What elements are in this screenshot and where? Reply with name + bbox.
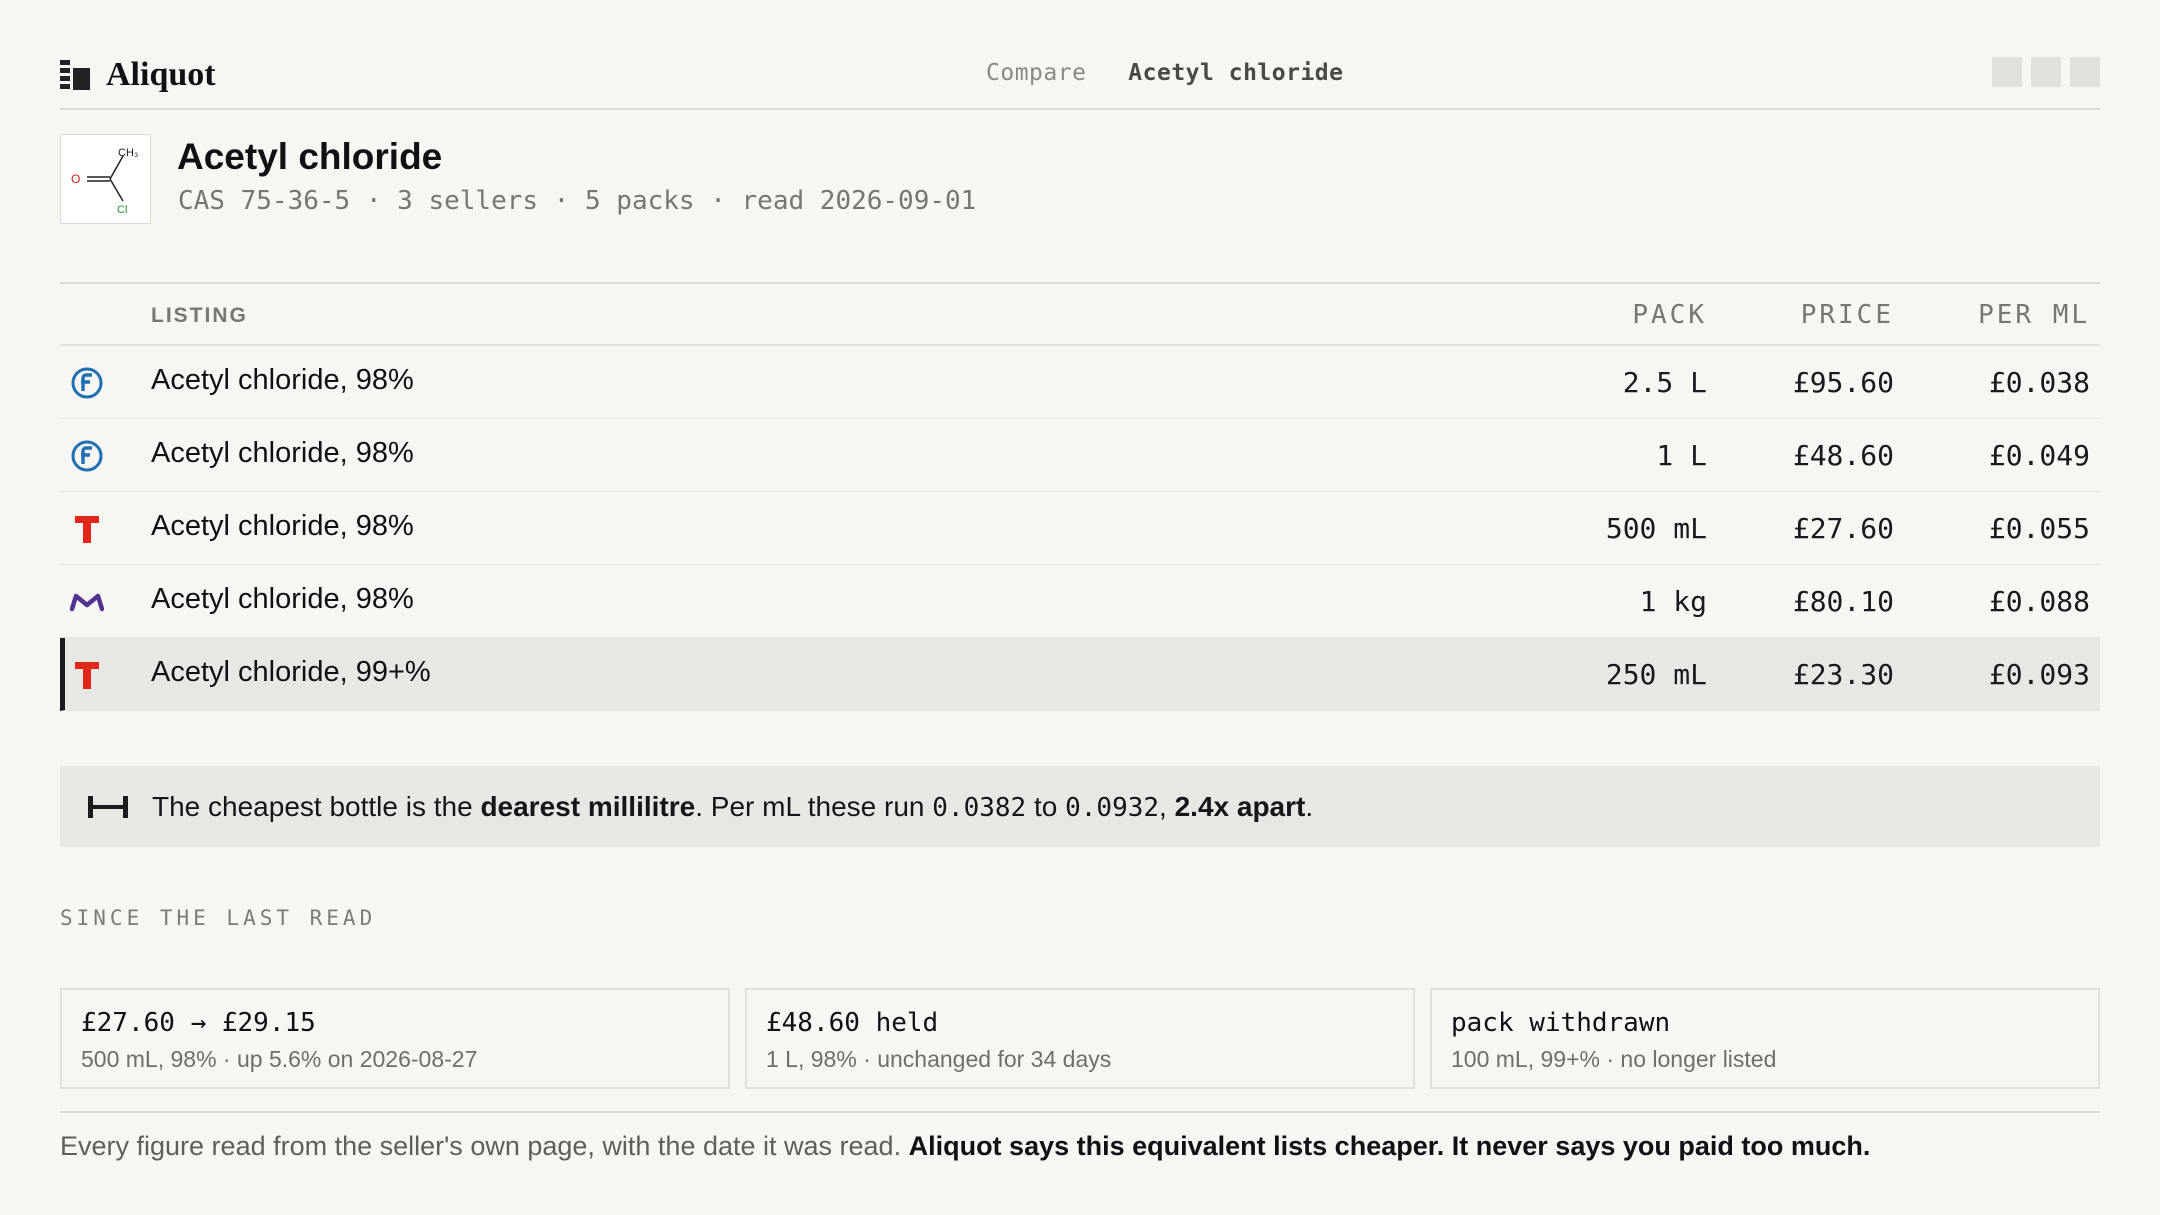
- chlorine-label: Cl: [117, 204, 127, 216]
- compound-header: CH₃ O Cl Acetyl chloride CAS 75-36-5 · 3…: [60, 134, 2100, 224]
- pack-size: 500 mL: [1605, 512, 1707, 545]
- pack-size: 1 kg: [1639, 585, 1707, 618]
- price: £95.60: [1792, 366, 1894, 399]
- listings-table: LISTING PACK PRICE PER ML Acetyl chlorid…: [60, 282, 2100, 711]
- pack-size: 250 mL: [1605, 658, 1707, 691]
- insight-text-part: to: [1026, 790, 1066, 822]
- price-per-ml: £0.088: [1988, 585, 2090, 618]
- price: £48.60: [1792, 439, 1894, 472]
- table-row[interactable]: Acetyl chloride, 98% 2.5 L £95.60 £0.038: [60, 346, 2100, 419]
- tci-logo-icon: [70, 512, 104, 546]
- insight-text-part: ,: [1159, 790, 1175, 822]
- footer-note: Every figure read from the seller's own …: [60, 1111, 2100, 1162]
- price-per-ml: £0.093: [1988, 658, 2090, 691]
- change-card[interactable]: pack withdrawn 100 mL, 99+% · no longer …: [1430, 988, 2100, 1089]
- app-name: Aliquot: [106, 56, 216, 93]
- insight-high-value: 0.0932: [1065, 792, 1160, 823]
- table-row[interactable]: Acetyl chloride, 98% 1 kg £80.10 £0.088: [60, 565, 2100, 638]
- insight-ratio: 2.4x apart: [1174, 790, 1306, 822]
- price-per-ml: £0.055: [1988, 512, 2090, 545]
- methyl-label: CH₃: [118, 147, 138, 159]
- change-cards: £27.60 → £29.15 500 mL, 98% · up 5.6% on…: [60, 988, 2100, 1089]
- insight-emphasis: dearest millilitre: [480, 790, 696, 822]
- price: £80.10: [1792, 585, 1894, 618]
- window-controls: [1992, 57, 2100, 87]
- listing-name: Acetyl chloride, 99+%: [151, 656, 431, 688]
- table-row-selected[interactable]: Acetyl chloride, 99+% 250 mL £23.30 £0.0…: [60, 638, 2100, 711]
- top-bar: Aliquot Compare Acetyl chloride: [60, 50, 2100, 110]
- change-detail: 100 mL, 99+% · no longer listed: [1451, 1046, 1777, 1072]
- column-header-price[interactable]: PRICE: [1801, 300, 1894, 330]
- aliquot-logo-icon: [60, 60, 90, 90]
- insight-text: The cheapest bottle is the dearest milli…: [152, 791, 1313, 823]
- insight-callout: The cheapest bottle is the dearest milli…: [60, 766, 2100, 847]
- page-title: Acetyl chloride: [177, 136, 443, 177]
- insight-text-part: . Per mL these run: [695, 790, 933, 822]
- insight-text-part: The cheapest bottle is the: [152, 790, 481, 822]
- listing-name: Acetyl chloride, 98%: [151, 364, 414, 396]
- range-icon: [88, 795, 128, 818]
- breadcrumb-compare-link[interactable]: Compare: [986, 60, 1086, 86]
- section-heading-since-last-read: SINCE THE LAST READ: [60, 906, 377, 930]
- price: £23.30: [1792, 658, 1894, 691]
- merck-logo-icon: [69, 585, 105, 619]
- price-per-ml: £0.038: [1988, 366, 2090, 399]
- pack-size: 1 L: [1656, 439, 1707, 472]
- pack-size: 2.5 L: [1622, 366, 1707, 399]
- footer-text: Every figure read from the seller's own …: [60, 1131, 909, 1161]
- insight-low-value: 0.0382: [932, 792, 1027, 823]
- tci-logo-icon: [70, 658, 104, 692]
- fisher-logo-icon: [70, 366, 104, 400]
- footer-emphasis: Aliquot says this equivalent lists cheap…: [908, 1131, 1871, 1161]
- structure-diagram: CH₃ O Cl: [60, 134, 151, 224]
- window-control-minimize[interactable]: [1992, 57, 2022, 87]
- window-control-close[interactable]: [2070, 57, 2100, 87]
- breadcrumb-current: Acetyl chloride: [1128, 60, 1344, 86]
- change-card[interactable]: £48.60 held 1 L, 98% · unchanged for 34 …: [745, 988, 1415, 1089]
- fisher-logo-icon: [70, 439, 104, 473]
- window-control-maximize[interactable]: [2031, 57, 2061, 87]
- oxygen-label: O: [71, 172, 80, 186]
- breadcrumb: Compare Acetyl chloride: [986, 60, 1344, 86]
- table-row[interactable]: Acetyl chloride, 98% 500 mL £27.60 £0.05…: [60, 492, 2100, 565]
- price: £27.60: [1792, 512, 1894, 545]
- table-header: LISTING PACK PRICE PER ML: [60, 284, 2100, 346]
- column-header-listing[interactable]: LISTING: [151, 304, 248, 328]
- listing-name: Acetyl chloride, 98%: [151, 510, 414, 542]
- insight-text-part: .: [1305, 790, 1314, 822]
- column-header-per-ml[interactable]: PER ML: [1978, 300, 2090, 330]
- compound-meta: CAS 75-36-5 · 3 sellers · 5 packs · read…: [178, 186, 977, 216]
- change-card[interactable]: £27.60 → £29.15 500 mL, 98% · up 5.6% on…: [60, 988, 730, 1089]
- table-row[interactable]: Acetyl chloride, 98% 1 L £48.60 £0.049: [60, 419, 2100, 492]
- change-headline: £48.60 held: [766, 1008, 939, 1038]
- price-per-ml: £0.049: [1988, 439, 2090, 472]
- listing-name: Acetyl chloride, 98%: [151, 583, 414, 615]
- brand[interactable]: Aliquot: [60, 56, 216, 94]
- change-detail: 1 L, 98% · unchanged for 34 days: [766, 1046, 1112, 1072]
- listing-name: Acetyl chloride, 98%: [151, 437, 414, 469]
- change-headline: pack withdrawn: [1451, 1008, 1671, 1038]
- change-headline: £27.60 → £29.15: [81, 1008, 316, 1038]
- column-header-pack[interactable]: PACK: [1632, 300, 1707, 330]
- change-detail: 500 mL, 98% · up 5.6% on 2026-08-27: [81, 1046, 478, 1072]
